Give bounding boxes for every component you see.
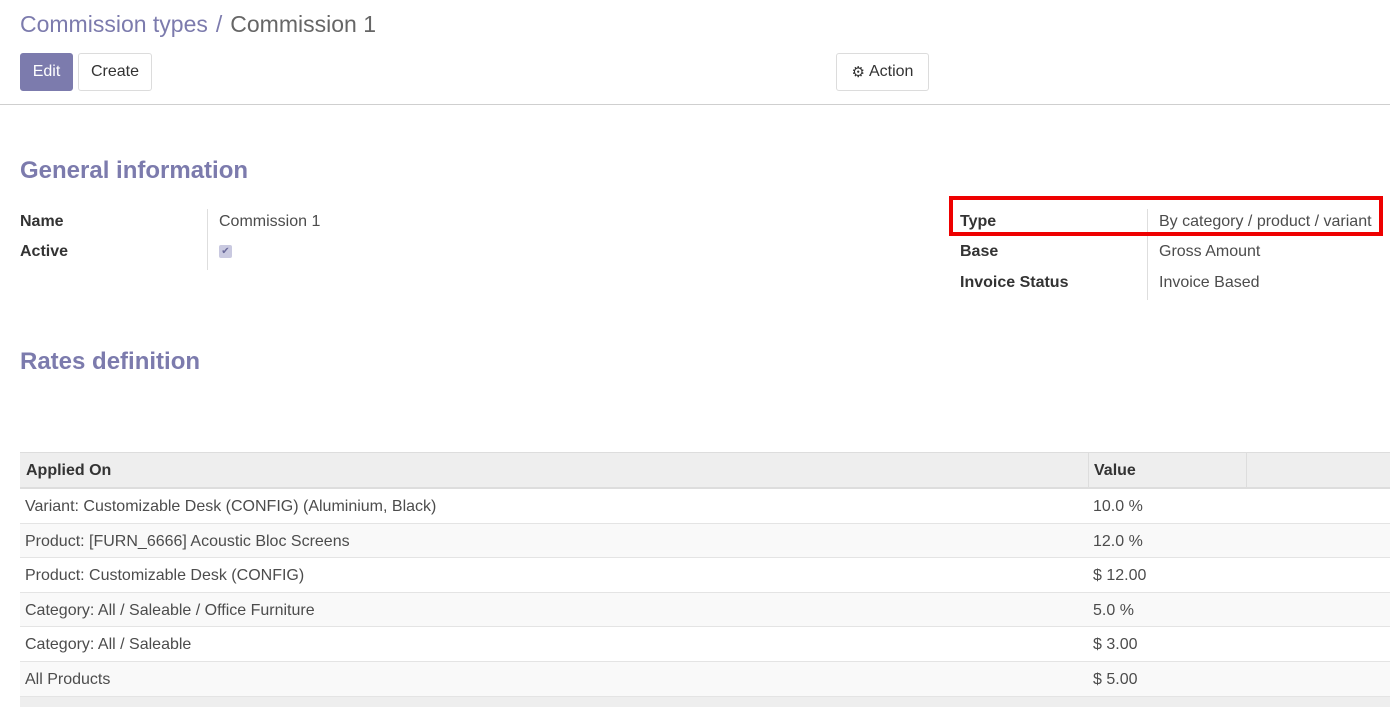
base-label: Base (960, 243, 999, 260)
cell-applied-on: All Products (25, 670, 111, 688)
cell-value: $ 5.00 (1093, 670, 1138, 688)
column-header-value[interactable]: Value (1094, 462, 1136, 480)
check-icon: ✔ (221, 245, 230, 257)
breadcrumb-current: Commission 1 (230, 11, 376, 37)
cell-applied-on: Category: All / Saleable / Office Furnit… (25, 601, 315, 619)
column-separator (1088, 453, 1089, 488)
toolbar-divider (0, 104, 1390, 105)
cell-value: 5.0 % (1093, 601, 1134, 619)
section-title-general: General information (20, 157, 249, 184)
table-row[interactable]: Category: All / Saleable / Office Furnit… (20, 592, 1390, 628)
gear-icon: ⚙ (851, 64, 865, 81)
invoice-status-value: Invoice Based (1159, 274, 1260, 291)
table-row[interactable]: All Products $ 5.00 (20, 661, 1390, 697)
field-divider-left (207, 209, 208, 270)
table-row[interactable]: Variant: Customizable Desk (CONFIG) (Alu… (20, 489, 1390, 524)
cell-applied-on: Product: Customizable Desk (CONFIG) (25, 567, 305, 585)
cell-value: $ 3.00 (1093, 636, 1138, 654)
base-value: Gross Amount (1159, 243, 1261, 260)
column-header-applied-on[interactable]: Applied On (26, 462, 111, 480)
column-separator (1246, 453, 1247, 488)
cell-applied-on: Variant: Customizable Desk (CONFIG) (Alu… (25, 498, 437, 515)
breadcrumb: Commission types / Commission 1 (20, 11, 376, 38)
edit-button[interactable]: Edit (20, 53, 73, 91)
active-label: Active (20, 243, 69, 260)
cell-applied-on: Category: All / Saleable (25, 636, 192, 654)
table-footer (20, 696, 1390, 707)
cell-value: 12.0 % (1093, 532, 1143, 550)
name-value: Commission 1 (219, 213, 321, 230)
breadcrumb-separator: / (215, 11, 223, 37)
invoice-status-label: Invoice Status (960, 274, 1069, 291)
cell-value: $ 12.00 (1093, 567, 1147, 585)
cell-value: 10.0 % (1093, 498, 1143, 515)
rates-table: Applied On Value Variant: Customizable D… (20, 452, 1390, 707)
table-row[interactable]: Category: All / Saleable $ 3.00 (20, 627, 1390, 662)
cell-applied-on: Product: [FURN_6666] Acoustic Bloc Scree… (25, 532, 350, 550)
name-label: Name (20, 213, 64, 230)
action-button-label: Action (868, 63, 914, 80)
type-highlight-box (949, 196, 1383, 236)
active-checkbox[interactable]: ✔ (219, 245, 232, 258)
breadcrumb-parent-link[interactable]: Commission types (20, 11, 208, 37)
table-row[interactable]: Product: Customizable Desk (CONFIG) $ 12… (20, 558, 1390, 593)
action-button[interactable]: ⚙ Action (836, 53, 929, 91)
table-row[interactable]: Product: [FURN_6666] Acoustic Bloc Scree… (20, 523, 1390, 559)
section-title-rates: Rates definition (20, 348, 201, 375)
create-button[interactable]: Create (78, 53, 152, 91)
table-header: Applied On Value (20, 452, 1390, 489)
